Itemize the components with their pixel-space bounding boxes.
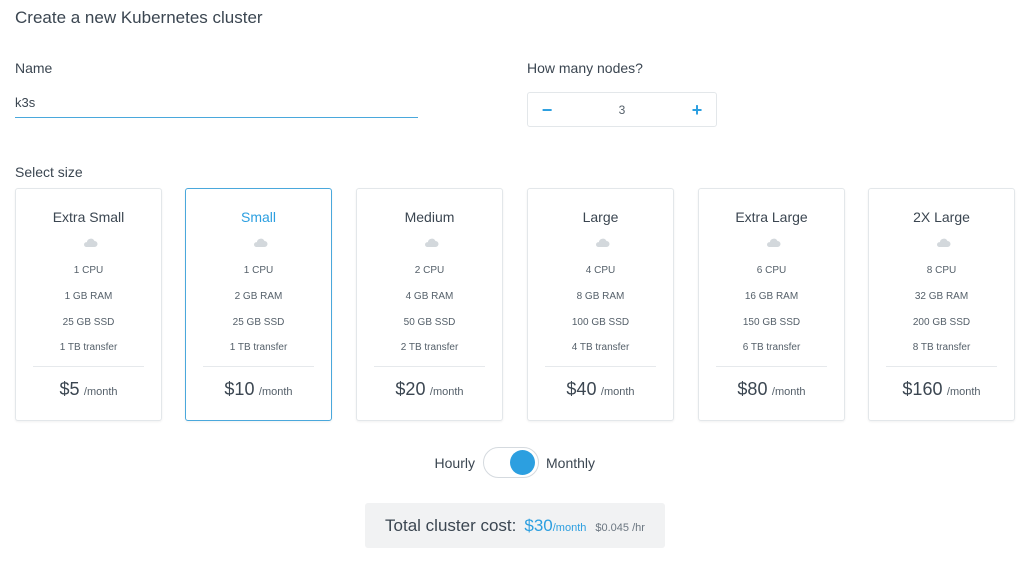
card-divider [545, 366, 656, 367]
plan-ram: 32 GB RAM [914, 291, 969, 302]
plan-card-extra-small[interactable]: Extra Small 1 CPU 1 GB RAM 25 GB SSD 1 T… [15, 188, 162, 421]
cloud-icon [596, 238, 610, 247]
plan-transfer: 1 TB transfer [229, 342, 288, 353]
plan-price-period: /month [83, 386, 118, 398]
name-input[interactable] [15, 88, 418, 118]
plan-transfer: 6 TB transfer [742, 342, 801, 353]
plan-name: Extra Small [52, 209, 125, 225]
card-divider [886, 366, 997, 367]
plan-transfer: 8 TB transfer [912, 342, 971, 353]
plan-ssd: 200 GB SSD [912, 317, 971, 328]
card-divider [33, 366, 144, 367]
plan-transfer: 4 TB transfer [571, 342, 630, 353]
monthly-label[interactable]: Monthly [546, 455, 595, 471]
cloud-icon [767, 238, 781, 247]
plan-ram: 1 GB RAM [64, 291, 113, 302]
card-divider [203, 366, 314, 367]
plan-name: 2X Large [913, 209, 970, 225]
plan-cpu: 1 CPU [73, 265, 104, 276]
name-label: Name [15, 60, 53, 76]
plan-cpu: 8 CPU [926, 265, 957, 276]
plan-card-2x-large[interactable]: 2X Large 8 CPU 32 GB RAM 200 GB SSD 8 TB… [868, 188, 1015, 421]
plan-price-amount: $5 [59, 379, 80, 399]
plan-price: $10 /month [186, 379, 331, 400]
total-cost-hourly: $0.045 /hr [595, 522, 645, 534]
cloud-icon [425, 238, 439, 247]
plan-transfer: 2 TB transfer [400, 342, 459, 353]
total-cost-label: Total cluster cost: [385, 516, 517, 535]
plan-price: $160 /month [869, 379, 1014, 400]
plan-ssd: 25 GB SSD [62, 317, 115, 328]
plan-ssd: 50 GB SSD [403, 317, 456, 328]
cloud-icon [84, 238, 98, 247]
plan-name: Extra Large [735, 209, 808, 225]
plan-price-period: /month [600, 386, 635, 398]
plan-cpu: 6 CPU [756, 265, 787, 276]
cloud-icon [254, 238, 268, 247]
plan-card-medium[interactable]: Medium 2 CPU 4 GB RAM 50 GB SSD 2 TB tra… [356, 188, 503, 421]
plan-ssd: 25 GB SSD [232, 317, 285, 328]
nodes-label: How many nodes? [527, 60, 643, 76]
plan-ssd: 150 GB SSD [742, 317, 801, 328]
node-count-stepper: − 3 + [527, 92, 717, 127]
card-divider [716, 366, 827, 367]
hourly-label[interactable]: Hourly [435, 455, 475, 471]
page-title: Create a new Kubernetes cluster [15, 8, 263, 27]
plan-cpu: 4 CPU [585, 265, 616, 276]
plan-ssd: 100 GB SSD [571, 317, 630, 328]
plan-cpu: 1 CPU [243, 265, 274, 276]
plan-price-period: /month [258, 386, 293, 398]
plan-price-amount: $160 [902, 379, 943, 399]
total-cost-period: /month [552, 522, 587, 534]
select-size-label: Select size [15, 164, 83, 180]
billing-period-toggle-row: Hourly Monthly [0, 447, 1024, 479]
plan-ram: 16 GB RAM [744, 291, 799, 302]
plan-price-amount: $10 [224, 379, 255, 399]
increment-nodes-button[interactable]: + [690, 101, 704, 119]
size-plan-list: Extra Small 1 CPU 1 GB RAM 25 GB SSD 1 T… [15, 188, 1015, 421]
total-cost-panel: Total cluster cost: $30 /month $0.045 /h… [365, 503, 665, 548]
plan-cpu: 2 CPU [414, 265, 445, 276]
plan-price-period: /month [771, 386, 806, 398]
plan-price: $80 /month [699, 379, 844, 400]
plan-ram: 4 GB RAM [405, 291, 454, 302]
card-divider [374, 366, 485, 367]
plan-price: $5 /month [16, 379, 161, 400]
plan-name: Small [240, 209, 276, 225]
billing-period-toggle[interactable] [483, 447, 539, 478]
plan-name: Large [582, 209, 619, 225]
plan-price: $40 /month [528, 379, 673, 400]
node-count-value: 3 [618, 102, 626, 117]
plan-price-amount: $20 [395, 379, 426, 399]
plan-transfer: 1 TB transfer [59, 342, 118, 353]
plan-price-period: /month [429, 386, 464, 398]
cloud-icon [937, 238, 951, 247]
plan-ram: 2 GB RAM [234, 291, 283, 302]
plan-card-extra-large[interactable]: Extra Large 6 CPU 16 GB RAM 150 GB SSD 6… [698, 188, 845, 421]
plan-card-large[interactable]: Large 4 CPU 8 GB RAM 100 GB SSD 4 TB tra… [527, 188, 674, 421]
decrement-nodes-button[interactable]: − [540, 101, 554, 119]
plan-price: $20 /month [357, 379, 502, 400]
total-cost-amount: $30 [524, 516, 553, 535]
toggle-knob [510, 450, 535, 475]
plan-name: Medium [404, 209, 455, 225]
plan-price-amount: $40 [566, 379, 597, 399]
plan-ram: 8 GB RAM [576, 291, 625, 302]
plan-price-amount: $80 [737, 379, 768, 399]
plan-price-period: /month [946, 386, 981, 398]
plan-card-small[interactable]: Small 1 CPU 2 GB RAM 25 GB SSD 1 TB tran… [185, 188, 332, 421]
